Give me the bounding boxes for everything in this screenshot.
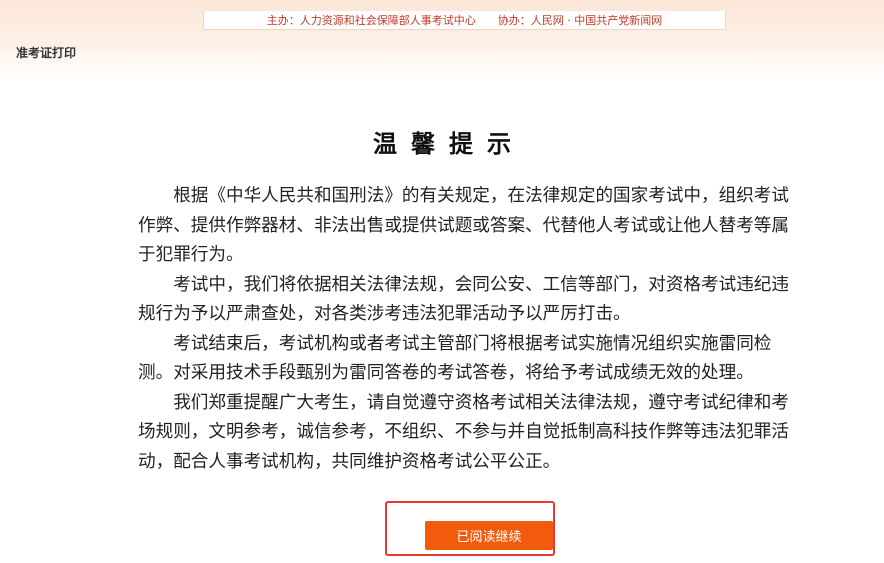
notice-paragraph: 考试中，我们将依据相关法律法规，会同公安、工信等部门，对资格考试违纪违规行为予以… <box>138 274 789 325</box>
notice-title: 温馨提示 <box>373 130 525 158</box>
sponsor-bar: 主办：人力资源和社会保障部人事考试中心 协办：人民网 · 中国共产党新闻网 <box>203 11 726 30</box>
notice-body: 根据《中华人民共和国刑法》的有关规定，在法律规定的国家考试中，组织考试作弊、提供… <box>138 182 802 477</box>
notice-paragraph: 根据《中华人民共和国刑法》的有关规定，在法律规定的国家考试中，组织考试作弊、提供… <box>138 186 789 265</box>
page-title: 准考证打印 <box>16 46 77 60</box>
notice-paragraph: 考试结束后，考试机构或者考试主管部门将根据考试实施情况组织实施雷同检测。对采用技… <box>138 333 772 384</box>
notice-paragraph: 我们郑重提醒广大考生，请自觉遵守资格考试相关法律法规，遵守考试纪律和考场规则，文… <box>138 392 789 472</box>
co-sponsor-text: 协办：人民网 · 中国共产党新闻网 <box>497 14 663 27</box>
sponsor-text: 主办：人力资源和社会保障部人事考试中心 <box>266 14 476 27</box>
read-continue-button[interactable]: 已阅读继续 <box>425 521 553 550</box>
